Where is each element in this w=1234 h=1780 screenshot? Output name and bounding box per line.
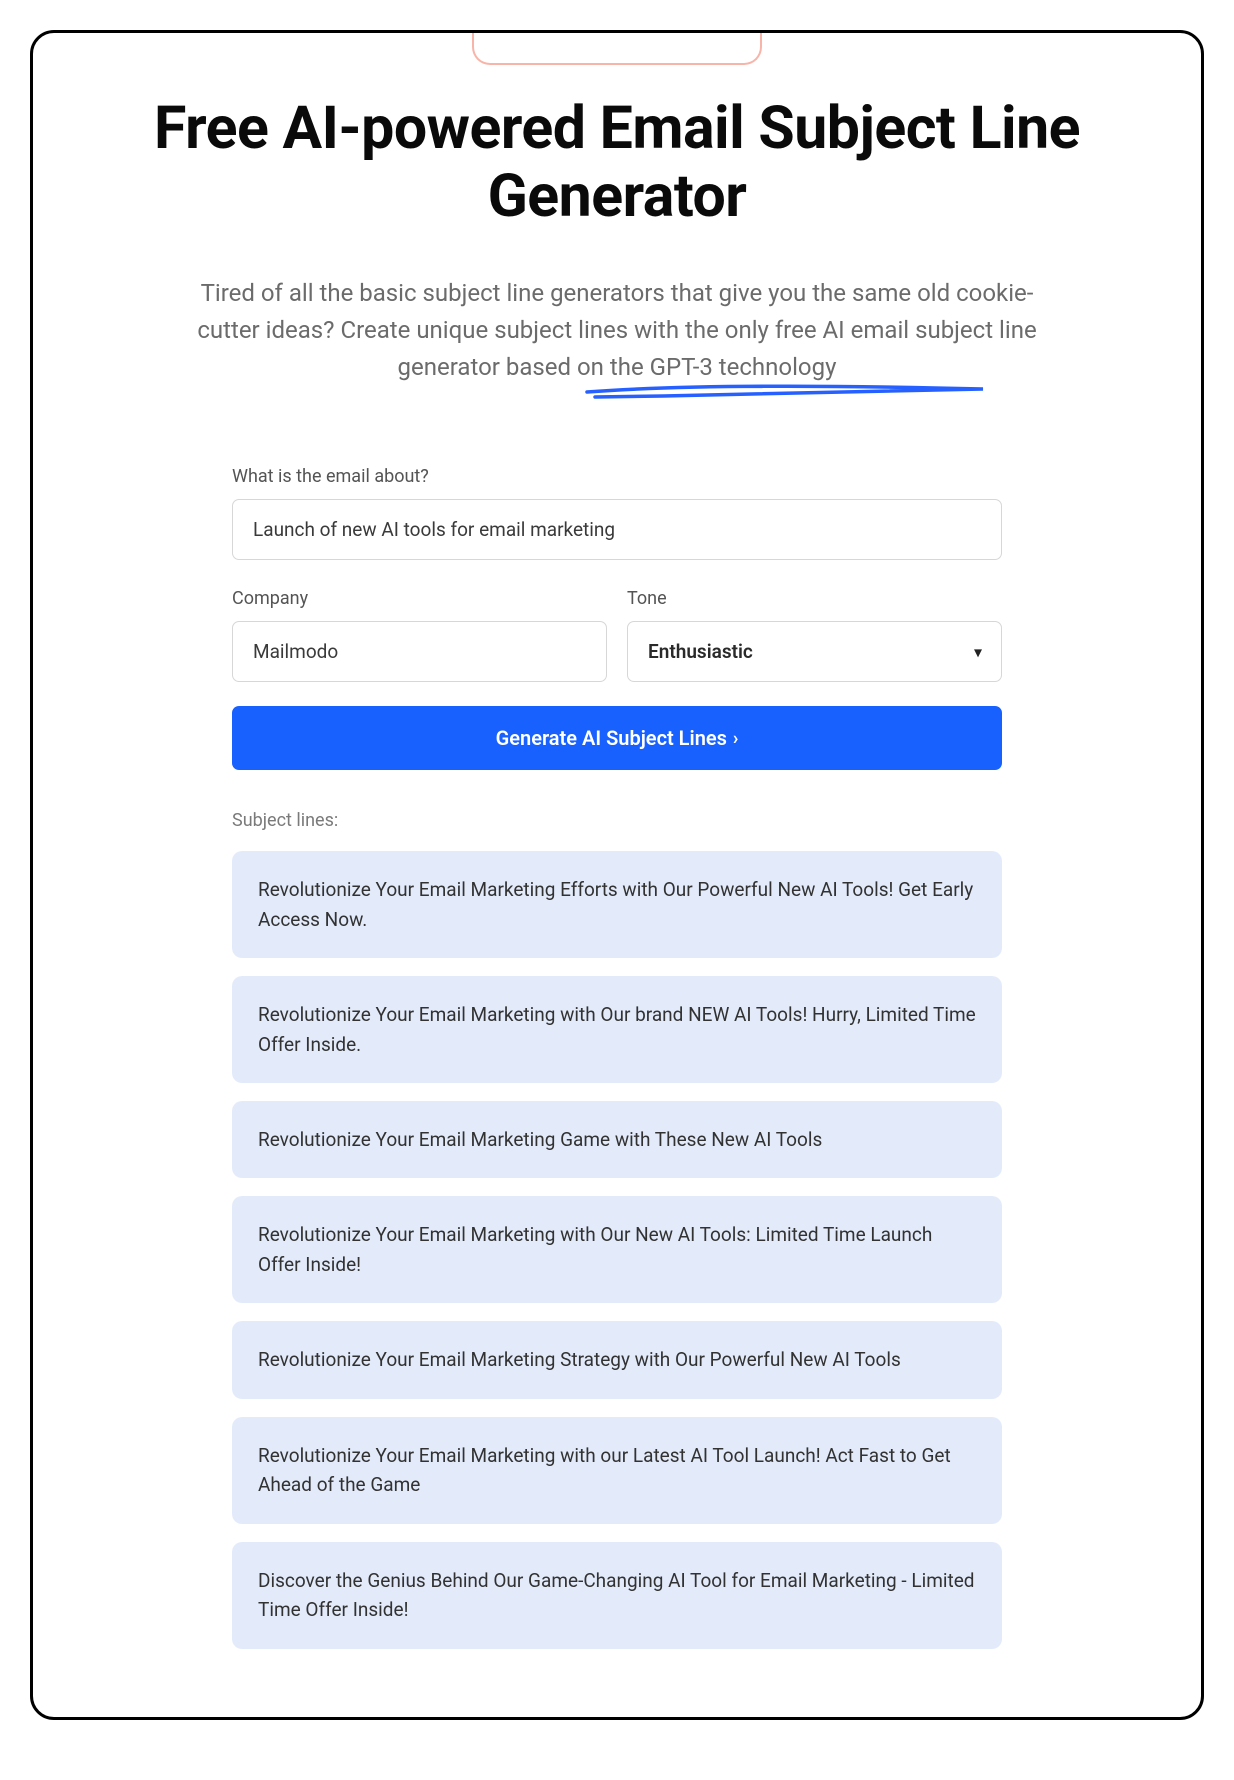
tone-col: Tone Enthusiastic ▾ [627,588,1002,682]
about-input[interactable] [232,499,1002,560]
result-item[interactable]: Revolutionize Your Email Marketing with … [232,1417,1002,1524]
company-input[interactable] [232,621,607,682]
result-item[interactable]: Revolutionize Your Email Marketing Game … [232,1101,1002,1178]
tone-label: Tone [627,588,1002,609]
form-area: What is the email about? Company Tone En… [232,466,1002,1648]
results-label: Subject lines: [232,810,1002,831]
company-col: Company [232,588,607,682]
company-tone-row: Company Tone Enthusiastic ▾ [232,588,1002,682]
generate-button-label: Generate AI Subject Lines [496,726,727,750]
top-pill-decoration [472,33,762,65]
tone-select-wrap: Enthusiastic ▾ [627,621,1002,682]
generate-button[interactable]: Generate AI Subject Lines › [232,706,1002,770]
generator-card: Free AI-powered Email Subject Line Gener… [30,30,1204,1720]
result-item[interactable]: Revolutionize Your Email Marketing Strat… [232,1321,1002,1398]
result-item[interactable]: Revolutionize Your Email Marketing Effor… [232,851,1002,958]
result-item[interactable]: Revolutionize Your Email Marketing with … [232,976,1002,1083]
result-item[interactable]: Discover the Genius Behind Our Game-Chan… [232,1542,1002,1649]
results-list: Revolutionize Your Email Marketing Effor… [232,851,1002,1648]
page-title: Free AI-powered Email Subject Line Gener… [93,95,1141,231]
about-label: What is the email about? [232,466,1002,487]
tone-select[interactable]: Enthusiastic [627,621,1002,682]
underline-decoration [585,382,985,400]
company-label: Company [232,588,607,609]
subtitle-wrap: Tired of all the basic subject line gene… [177,275,1057,387]
result-item[interactable]: Revolutionize Your Email Marketing with … [232,1196,1002,1303]
chevron-right-icon: › [733,728,738,749]
page-subtitle: Tired of all the basic subject line gene… [177,275,1057,387]
